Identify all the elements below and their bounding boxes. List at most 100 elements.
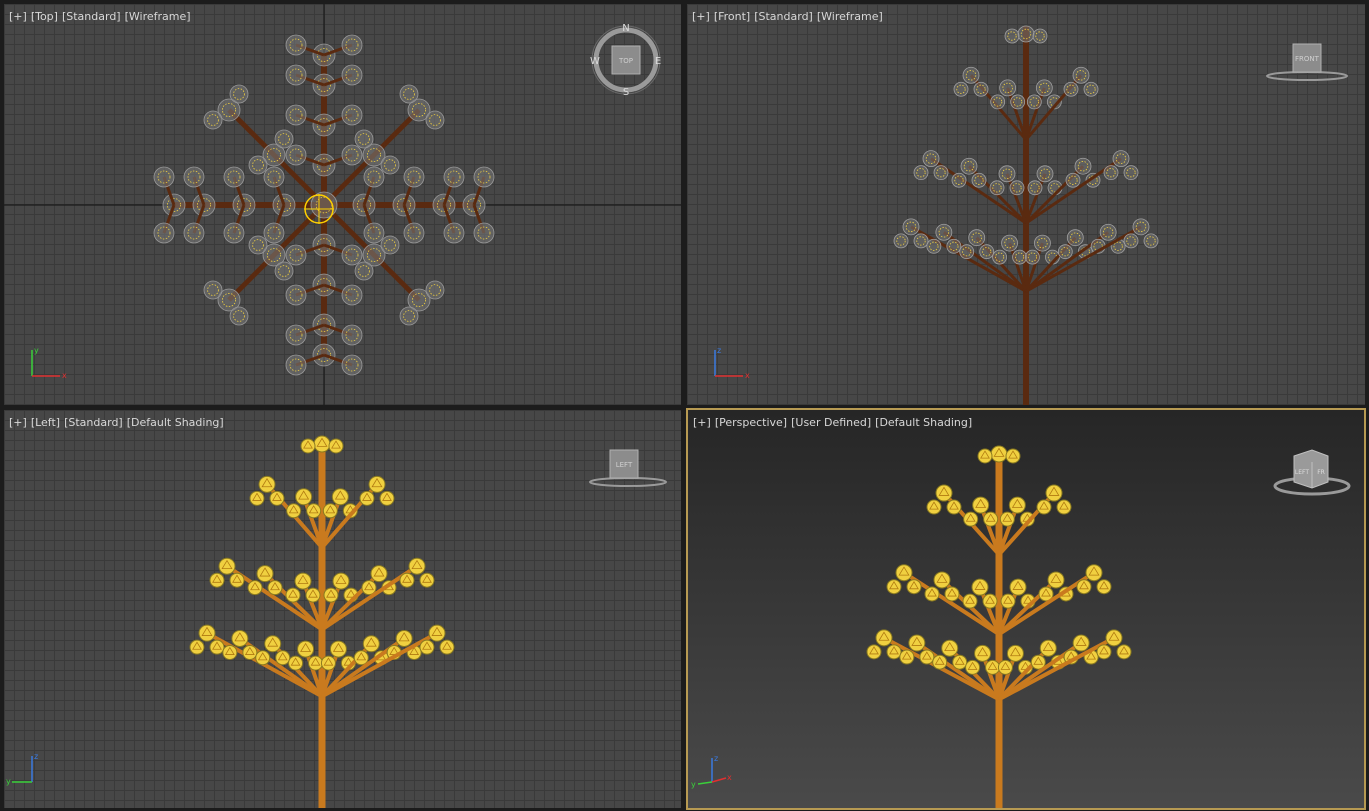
left-view-scene bbox=[189, 435, 455, 808]
leaf-cluster bbox=[443, 166, 465, 188]
viewcube-front[interactable]: FRONT bbox=[1265, 40, 1349, 84]
leaf bbox=[1143, 233, 1159, 249]
leaf-cluster bbox=[473, 166, 495, 188]
viewport-shading[interactable]: [Default Shading] bbox=[127, 416, 224, 429]
viewport-menu-plus[interactable]: [+] bbox=[692, 10, 710, 23]
perspective-view-scene bbox=[866, 445, 1132, 808]
axis-tripod-front: z x bbox=[714, 346, 750, 380]
viewcube-left[interactable]: LEFT bbox=[586, 446, 670, 490]
leaf bbox=[922, 150, 940, 168]
leaf bbox=[1123, 165, 1139, 181]
leaf-cluster bbox=[153, 222, 175, 244]
leaf bbox=[1027, 180, 1043, 196]
leaf-cluster bbox=[285, 284, 307, 306]
leaf-cluster bbox=[403, 222, 425, 244]
leaf-cluster bbox=[274, 261, 294, 281]
leaf-cluster bbox=[403, 166, 425, 188]
leaf-cluster bbox=[341, 284, 363, 306]
viewport-front[interactable]: [+] [Front] [Standard] [Wireframe] FRONT z … bbox=[687, 4, 1365, 405]
leaf-cluster bbox=[285, 324, 307, 346]
leaf bbox=[990, 94, 1006, 110]
leaf bbox=[913, 165, 929, 181]
leaf-cluster bbox=[229, 84, 249, 104]
leaf bbox=[960, 157, 978, 175]
axis-tripod-perspective: z x y bbox=[691, 754, 732, 789]
axis-tripod-left: z y bbox=[6, 752, 38, 786]
leaf bbox=[1035, 79, 1053, 97]
compass-north-label: N bbox=[622, 23, 629, 34]
leaf-cluster bbox=[380, 155, 400, 175]
leaf bbox=[926, 238, 942, 254]
leaf bbox=[971, 172, 987, 188]
leaf bbox=[1072, 66, 1090, 84]
leaf bbox=[1083, 81, 1099, 97]
viewport-shading[interactable]: [Wireframe] bbox=[125, 10, 191, 23]
viewport-mode[interactable]: [Standard] bbox=[64, 416, 123, 429]
leaf-cluster bbox=[354, 129, 374, 149]
leaf bbox=[979, 244, 995, 260]
leaf bbox=[951, 172, 967, 188]
leaf bbox=[933, 165, 949, 181]
leaf-cluster bbox=[425, 110, 445, 130]
axis-y-label: y bbox=[34, 346, 39, 355]
leaf-cluster bbox=[183, 222, 205, 244]
axis-y-label: y bbox=[6, 777, 11, 786]
axis-tripod-top: y x bbox=[31, 346, 67, 380]
axis-z-label: z bbox=[34, 752, 38, 761]
leaf-cluster bbox=[341, 244, 363, 266]
leaf bbox=[998, 165, 1016, 183]
axis-x-label: x bbox=[727, 773, 732, 782]
viewport-mode[interactable]: [Standard] bbox=[754, 10, 813, 23]
leaf-cluster bbox=[341, 354, 363, 376]
viewcube-perspective[interactable]: LEFT FR bbox=[1272, 444, 1356, 498]
viewcube-compass[interactable]: TOP N S E W bbox=[589, 22, 669, 102]
compass-east-label: E bbox=[655, 56, 661, 67]
compass-south-label: S bbox=[623, 87, 629, 98]
leaf-cluster bbox=[285, 354, 307, 376]
leaf bbox=[1001, 234, 1018, 252]
viewport-perspective[interactable]: [+] [Perspective] [User Defined] [Default S… bbox=[686, 408, 1366, 810]
leaf-cluster bbox=[363, 222, 385, 244]
leaf-cluster bbox=[285, 64, 307, 86]
axis-y-label: y bbox=[691, 780, 696, 789]
leaf bbox=[1112, 150, 1130, 168]
leaf bbox=[1012, 249, 1027, 265]
leaf bbox=[1057, 244, 1073, 260]
viewport-mode[interactable]: [Standard] bbox=[62, 10, 121, 23]
leaf-cluster bbox=[341, 34, 363, 56]
leaf-cluster bbox=[341, 324, 363, 346]
leaf-cluster bbox=[443, 222, 465, 244]
leaf bbox=[1074, 157, 1092, 175]
viewcube-face-label-2: FR bbox=[1317, 469, 1325, 476]
viewport-left[interactable]: [+] [Left] [Standard] [Default Shading] LEF… bbox=[4, 410, 681, 808]
leaf bbox=[935, 223, 953, 241]
viewport-view-name[interactable]: [Perspective] bbox=[715, 416, 787, 429]
leaf-cluster bbox=[285, 144, 307, 166]
leaf bbox=[999, 79, 1017, 97]
viewport-menu-plus[interactable]: [+] bbox=[9, 416, 27, 429]
viewport-label-top[interactable]: [+] [Top] [Standard] [Wireframe] bbox=[9, 10, 195, 23]
viewport-label-front[interactable]: [+] [Front] [Standard] [Wireframe] bbox=[692, 10, 887, 23]
leaf-cluster bbox=[183, 166, 205, 188]
leaf-cluster bbox=[425, 280, 445, 300]
viewport-menu-plus[interactable]: [+] bbox=[9, 10, 27, 23]
viewport-shading[interactable]: [Wireframe] bbox=[817, 10, 883, 23]
leaf-cluster bbox=[380, 235, 400, 255]
leaf bbox=[968, 229, 986, 247]
viewcube-face-label: TOP bbox=[618, 57, 633, 65]
leaf-cluster bbox=[341, 104, 363, 126]
viewport-label-perspective[interactable]: [+] [Perspective] [User Defined] [Default S… bbox=[693, 416, 976, 429]
viewport-shading[interactable]: [Default Shading] bbox=[875, 416, 972, 429]
viewport-view-name[interactable]: [Front] bbox=[714, 10, 750, 23]
leaf-cluster bbox=[285, 244, 307, 266]
leaf bbox=[962, 66, 980, 84]
leaf-cluster bbox=[223, 166, 245, 188]
leaf-cluster bbox=[285, 34, 307, 56]
leaf bbox=[1017, 25, 1035, 43]
viewport-label-left[interactable]: [+] [Left] [Standard] [Default Shading] bbox=[9, 416, 228, 429]
viewport-view-name[interactable]: [Top] bbox=[31, 10, 58, 23]
viewport-mode[interactable]: [User Defined] bbox=[791, 416, 871, 429]
viewport-view-name[interactable]: [Left] bbox=[31, 416, 60, 429]
viewport-top[interactable]: [+] [Top] [Standard] [Wireframe] TOP N S E … bbox=[4, 4, 681, 405]
viewport-menu-plus[interactable]: [+] bbox=[693, 416, 711, 429]
